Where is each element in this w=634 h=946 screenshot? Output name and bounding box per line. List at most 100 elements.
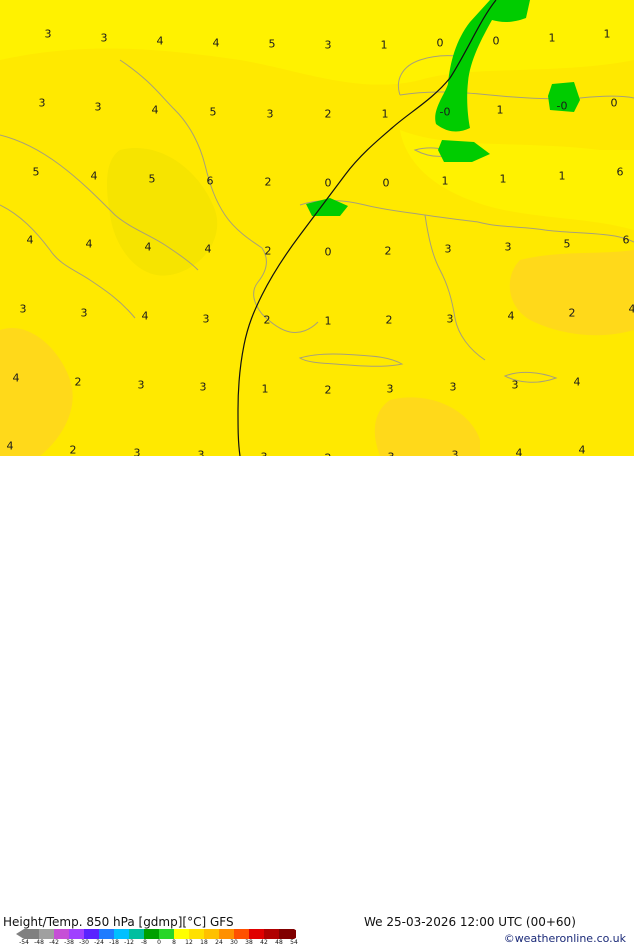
temperature-value: 4 bbox=[7, 441, 14, 452]
colorbar-tick-labels: -54-48-42-38-30-24-18-12-808121824303842… bbox=[18, 940, 308, 946]
colorbar-tick: 42 bbox=[260, 940, 268, 946]
colorbar-segment bbox=[129, 929, 144, 939]
colorbar-tick: 18 bbox=[200, 940, 208, 946]
colorbar-tick: 8 bbox=[172, 940, 176, 946]
temperature-value: 2 bbox=[265, 177, 272, 188]
colorbar-segment bbox=[189, 929, 204, 939]
colorbar-tick: 38 bbox=[245, 940, 253, 946]
colorbar-tick: -54 bbox=[19, 940, 29, 946]
temperature-value: 3 bbox=[81, 308, 88, 319]
temperature-colorbar bbox=[16, 928, 296, 940]
temperature-value: 3 bbox=[387, 384, 394, 395]
temperature-value: 3 bbox=[445, 244, 452, 255]
colorbar-segment bbox=[54, 929, 69, 939]
colorbar-tick: 54 bbox=[290, 940, 298, 946]
temperature-value: 3 bbox=[39, 98, 46, 109]
temperature-value: 1 bbox=[497, 105, 504, 116]
colorbar-segment bbox=[219, 929, 234, 939]
temperature-value: 4 bbox=[27, 235, 34, 246]
temperature-value: 1 bbox=[381, 40, 388, 51]
colorbar-segment bbox=[234, 929, 249, 939]
colorbar-tick: -38 bbox=[64, 940, 74, 946]
temperature-value: 1 bbox=[262, 384, 269, 395]
temperature-value: 6 bbox=[623, 235, 630, 246]
temperature-value: 3 bbox=[505, 242, 512, 253]
temperature-value: 4 bbox=[152, 105, 159, 116]
colorbar-segment bbox=[114, 929, 129, 939]
temperature-value: 3 bbox=[325, 40, 332, 51]
colorbar-tick: -48 bbox=[34, 940, 44, 946]
temperature-value: 2 bbox=[325, 109, 332, 120]
valid-time-label: We 25-03-2026 12:00 UTC (00+60) bbox=[364, 916, 576, 928]
colorbar-segment bbox=[279, 929, 294, 939]
colorbar-tick: -18 bbox=[109, 940, 119, 946]
temperature-value: 0 bbox=[611, 98, 618, 109]
temperature-value: 1 bbox=[442, 176, 449, 187]
colorbar-segment bbox=[39, 929, 54, 939]
temperature-value: 5 bbox=[149, 174, 156, 185]
map-footer: Height/Temp. 850 hPa [gdmp][°C] GFS We 2… bbox=[0, 456, 634, 490]
colorbar-segment bbox=[69, 929, 84, 939]
temperature-value: 5 bbox=[269, 39, 276, 50]
temperature-value: 3 bbox=[447, 314, 454, 325]
temperature-value: 1 bbox=[500, 174, 507, 185]
colorbar-tick: 48 bbox=[275, 940, 283, 946]
temperature-value: 4 bbox=[142, 311, 149, 322]
chart-title: Height/Temp. 850 hPa [gdmp][°C] GFS bbox=[3, 916, 234, 928]
temperature-value: 2 bbox=[75, 377, 82, 388]
temperature-value: 1 bbox=[325, 316, 332, 327]
temperature-value: 3 bbox=[101, 33, 108, 44]
temperature-value: 0 bbox=[325, 178, 332, 189]
temperature-value: 4 bbox=[508, 311, 515, 322]
colorbar-segment bbox=[99, 929, 114, 939]
temperature-value: 2 bbox=[386, 315, 393, 326]
temperature-value: 4 bbox=[205, 244, 212, 255]
temperature-value: 4 bbox=[145, 242, 152, 253]
temperature-value: 6 bbox=[207, 176, 214, 187]
colorbar-segment bbox=[159, 929, 174, 939]
map-area[interactable]: 3 3 4 4 5 3 1 0 0 1 1 3 3 4 5 3 2 1 -0 1 -0 0 5 4 5 6 2 0 0 1 1 1 6 4 4 4 4 2… bbox=[0, 0, 634, 456]
temperature-value: 0 bbox=[325, 247, 332, 258]
temperature-value: 3 bbox=[134, 448, 141, 457]
temperature-value: 3 bbox=[95, 102, 102, 113]
colorbar-arrow-low bbox=[16, 929, 24, 939]
colorbar-arrow-high bbox=[294, 929, 296, 939]
temperature-value: 4 bbox=[157, 36, 164, 47]
colorbar-tick: -30 bbox=[79, 940, 89, 946]
colorbar-tick: -8 bbox=[141, 940, 147, 946]
colorbar-segment bbox=[144, 929, 159, 939]
temperature-value: 4 bbox=[574, 377, 581, 388]
temperature-value: 3 bbox=[267, 109, 274, 120]
temperature-value: 0 bbox=[493, 36, 500, 47]
temperature-value: -0 bbox=[557, 101, 568, 112]
temperature-value: 1 bbox=[549, 33, 556, 44]
temperature-value: 4 bbox=[13, 373, 20, 384]
temperature-value: 4 bbox=[86, 239, 93, 250]
temperature-value: 4 bbox=[91, 171, 98, 182]
temperature-value: 2 bbox=[569, 308, 576, 319]
temperature-value: 1 bbox=[382, 109, 389, 120]
temperature-value: 4 bbox=[516, 448, 523, 457]
temperature-value: 3 bbox=[512, 380, 519, 391]
temperature-value: 0 bbox=[383, 178, 390, 189]
temperature-value: 0 bbox=[437, 38, 444, 49]
temperature-value: 2 bbox=[264, 315, 271, 326]
temperature-value: 2 bbox=[70, 445, 77, 456]
colorbar-segment bbox=[174, 929, 189, 939]
colorbar-segment bbox=[84, 929, 99, 939]
temperature-value: -0 bbox=[440, 107, 451, 118]
colorbar-segment bbox=[24, 929, 39, 939]
temperature-value: 5 bbox=[33, 167, 40, 178]
temperature-value: 2 bbox=[325, 385, 332, 396]
temperature-value: 3 bbox=[138, 380, 145, 391]
temperature-value: 4 bbox=[579, 445, 586, 456]
temperature-value: 6 bbox=[617, 167, 624, 178]
colorbar-tick: 12 bbox=[185, 940, 193, 946]
credit-link[interactable]: ©weatheronline.co.uk bbox=[504, 933, 626, 944]
temperature-value: 3 bbox=[20, 304, 27, 315]
temperature-value: 5 bbox=[564, 239, 571, 250]
colorbar-tick: -42 bbox=[49, 940, 59, 946]
temperature-value: 4 bbox=[213, 38, 220, 49]
temperature-value: 4 bbox=[629, 304, 634, 315]
colorbar-tick: 24 bbox=[215, 940, 223, 946]
